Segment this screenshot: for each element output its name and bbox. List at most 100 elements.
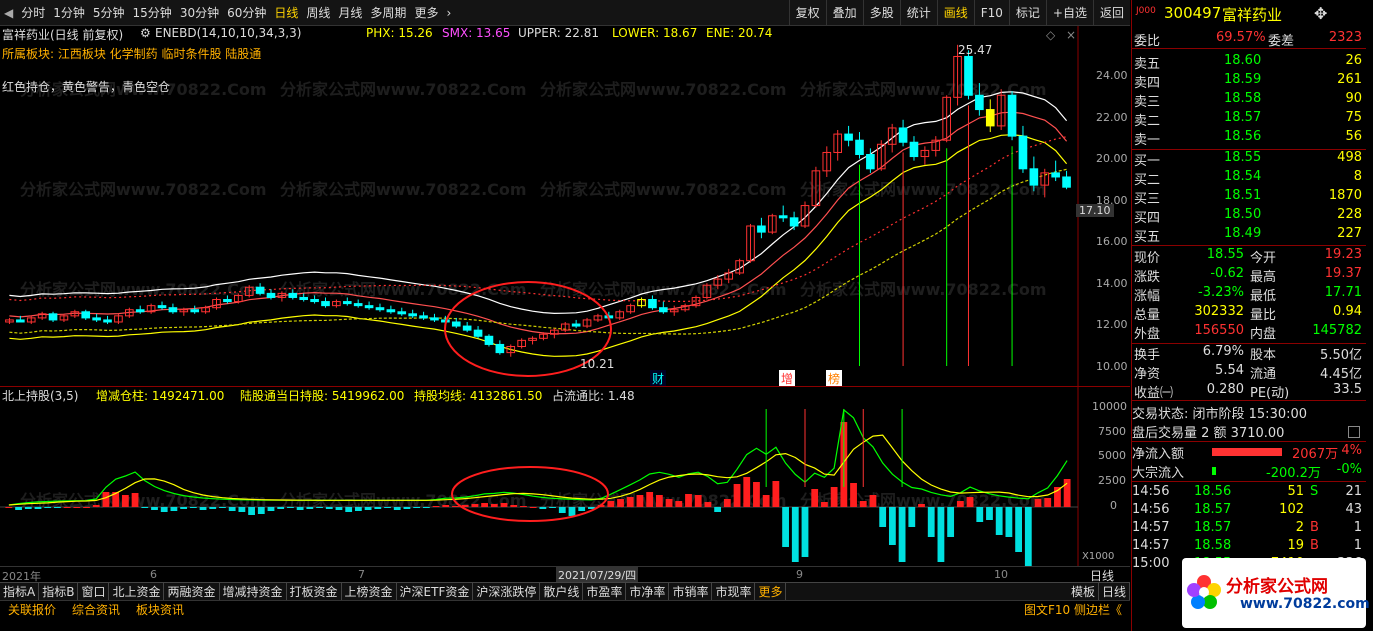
chevron-right-icon[interactable]: › [442, 6, 455, 20]
daily-button[interactable]: 日线 [1099, 583, 1130, 600]
date-axis-label: 7 [358, 568, 365, 581]
template-button[interactable]: 模板 [1068, 583, 1099, 600]
period-tab-1min[interactable]: 1分钟 [49, 4, 89, 21]
tab-northbound[interactable]: 北上资金 [109, 583, 165, 600]
holding-bar [219, 507, 226, 508]
price-axis-tick: 12.00 [1096, 318, 1128, 331]
middle-band-line [9, 111, 1068, 335]
holding-bar [898, 507, 906, 562]
link-news[interactable]: 综合资讯 [64, 601, 128, 618]
period-tab-weekly[interactable]: 周线 [302, 4, 334, 21]
period-tab-30min[interactable]: 30分钟 [176, 4, 223, 21]
holding-bar [170, 507, 178, 511]
period-tab-more[interactable]: 更多 [410, 4, 442, 21]
gear-icon[interactable]: ⚙ [140, 26, 151, 40]
add-watchlist-button[interactable]: +自选 [1045, 0, 1093, 26]
statistics-button[interactable]: 统计 [899, 0, 937, 26]
tab-limit-up-funds[interactable]: 打板资金 [287, 583, 342, 600]
mark-button[interactable]: 标记 [1008, 0, 1046, 26]
tick-time: 14:57 [1132, 538, 1170, 553]
order-label: 买二 [1134, 173, 1161, 188]
holding-bar [782, 507, 789, 547]
smx-value: SMX: 13.65 [442, 26, 511, 40]
tab-indicator-b[interactable]: 指标B [39, 583, 79, 600]
tab-etf-funds[interactable]: 沪深ETF资金 [397, 583, 474, 600]
tick-count: 21 [1345, 484, 1362, 499]
stat-label: 流通 [1250, 367, 1277, 382]
tab-limit-stats[interactable]: 沪深涨跌停 [473, 583, 541, 600]
period-tab-multi[interactable]: 多周期 [366, 4, 410, 21]
candle-body [985, 109, 995, 127]
finance-marker[interactable]: 财 [650, 370, 667, 387]
overlay-button[interactable]: 叠加 [825, 0, 863, 26]
tab-holding-change[interactable]: 增减持资金 [220, 583, 287, 600]
return-button[interactable]: 返回 [1092, 0, 1130, 26]
stat-value: 156550 [1194, 323, 1244, 338]
link-f10-sidebar[interactable]: 图文F10 侧边栏《 [1016, 601, 1130, 618]
kline-chart-panel[interactable]: 分析家公式网www.70822.Com 分析家公式网www.70822.Com … [0, 26, 1130, 387]
tick-row: 14:57 18.58 19 B 1 [1132, 538, 1366, 557]
lower-value: LOWER: 18.67 [612, 26, 698, 40]
candle-body [299, 296, 309, 301]
sector-info[interactable]: 所属板块: 江西板块 化学制药 临时条件股 陆股通 [2, 45, 261, 62]
sub-axis-tick: 10000 [1092, 400, 1127, 413]
stat-row: 涨跌 -0.62 最高 19.37 [1132, 266, 1366, 285]
link-sector-news[interactable]: 板块资讯 [128, 601, 192, 618]
weibi-label: 委比 [1134, 34, 1161, 49]
holding-bar [529, 507, 537, 508]
upper-value: UPPER: 22.81 [518, 26, 600, 40]
tab-margin[interactable]: 两融资金 [164, 583, 220, 600]
toolbar-back-icon[interactable]: ◀ [0, 6, 17, 20]
candle-body [484, 335, 494, 345]
tab-more[interactable]: 更多 [755, 583, 787, 600]
ratio-value: 占流通比: 1.48 [552, 389, 635, 403]
tab-ps[interactable]: 市销率 [669, 583, 713, 600]
holding-bar [354, 507, 362, 511]
link-related-quote[interactable]: 关联报价 [0, 601, 64, 618]
f10-button[interactable]: F10 [973, 0, 1009, 26]
dragon-list-marker[interactable]: 榜 [826, 370, 843, 387]
period-tab-fenshi[interactable]: 分时 [17, 4, 49, 21]
sub-title[interactable]: 北上持股(3,5) [2, 387, 78, 404]
fuquan-button[interactable]: 复权 [788, 0, 826, 26]
holding-bar [384, 507, 391, 508]
date-axis: 2021年 6 7 2021/07/29/四 9 10 日线 [0, 566, 1130, 583]
holding-bar [160, 507, 168, 512]
stat-label: 股本 [1250, 348, 1277, 363]
period-tab-15min[interactable]: 15分钟 [129, 4, 176, 21]
indicator-name[interactable]: ENEBD(14,10,10,34,3,3) [155, 26, 301, 40]
holding-bar [947, 507, 955, 537]
increase-marker[interactable]: 增 [779, 370, 796, 387]
candle-body [342, 301, 352, 305]
tab-list-funds[interactable]: 上榜资金 [342, 583, 397, 600]
close-icon[interactable]: × [1066, 28, 1076, 42]
expand-icon[interactable] [1348, 426, 1360, 438]
multi-stock-button[interactable]: 多股 [862, 0, 900, 26]
period-tab-daily[interactable]: 日线 [270, 4, 302, 21]
stat-label: 收益㈠ [1134, 386, 1174, 401]
candle-body [16, 319, 25, 323]
order-label: 买三 [1134, 192, 1161, 207]
draw-line-button[interactable]: 画线 [936, 0, 974, 26]
minimize-icon[interactable]: ◇ [1046, 28, 1055, 42]
stat-value: 6.79% [1202, 344, 1244, 359]
stat-label: 现价 [1134, 251, 1161, 266]
tick-time: 14:56 [1132, 484, 1170, 499]
tab-pb[interactable]: 市净率 [626, 583, 670, 600]
net-inflow-label: 净流入额 [1132, 447, 1185, 462]
holding-bar [850, 483, 857, 507]
period-tab-monthly[interactable]: 月线 [334, 4, 366, 21]
period-tab-60min[interactable]: 60分钟 [223, 4, 270, 21]
tab-retail-line[interactable]: 散户线 [540, 583, 584, 600]
period-tab-5min[interactable]: 5分钟 [89, 4, 129, 21]
info-link-bar: 关联报价 综合资讯 板块资讯 图文F10 侧边栏《 [0, 600, 1130, 618]
tab-indicator-a[interactable]: 指标A [0, 583, 40, 600]
northbound-holding-panel[interactable]: 分析家公式网www.70822.Com 分析家公式网www.70822.Com … [0, 386, 1130, 567]
tab-window[interactable]: 窗口 [78, 583, 110, 600]
holding-bar [636, 495, 644, 507]
holding-bar [578, 507, 586, 511]
tab-pcf[interactable]: 市现率 [712, 583, 756, 600]
stat-value: 19.23 [1324, 247, 1362, 262]
tab-pe[interactable]: 市盈率 [583, 583, 627, 600]
stat-row: 外盘 156550 内盘 145782 [1132, 323, 1366, 342]
